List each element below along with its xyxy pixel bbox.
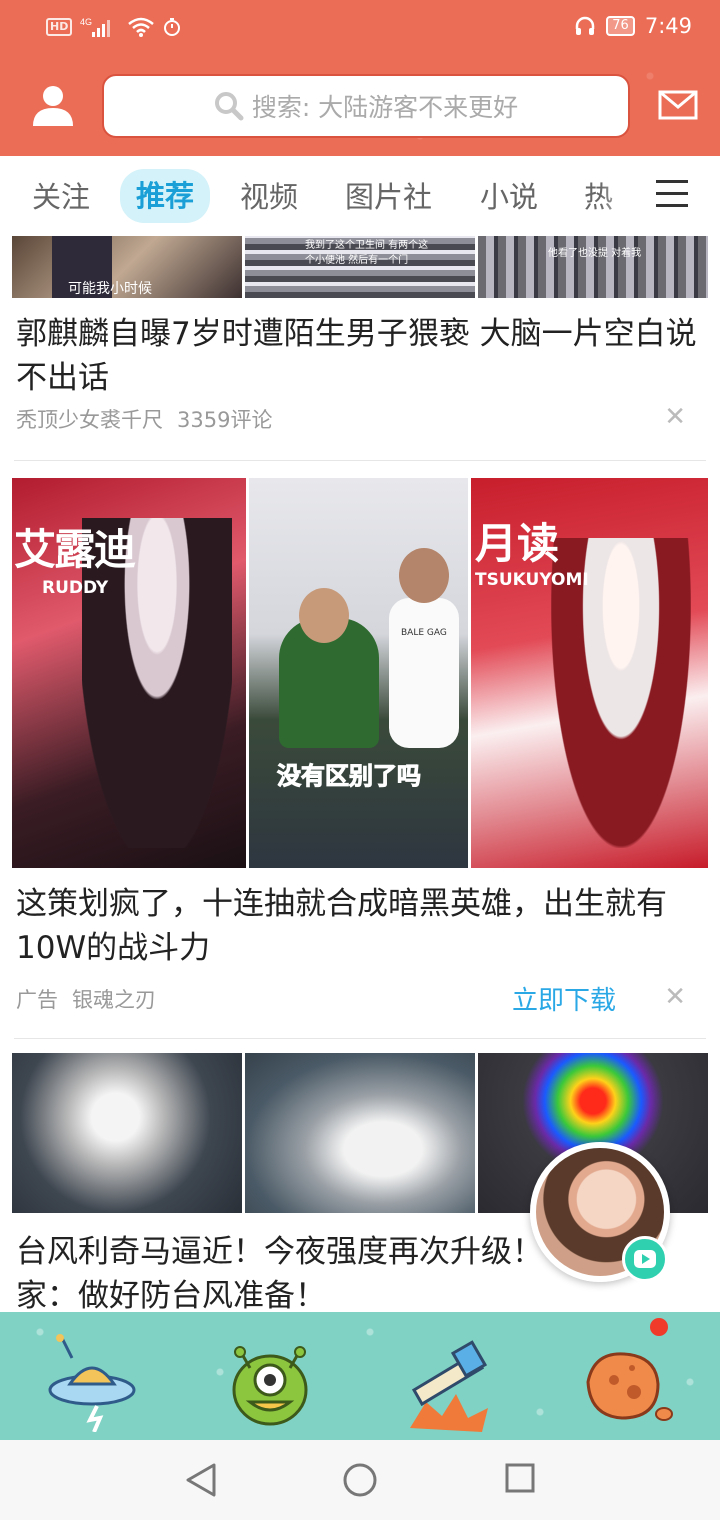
- video-caption: 没有区别了吗: [277, 762, 422, 791]
- divider: [14, 1038, 706, 1039]
- tab-fade: [600, 156, 660, 236]
- wifi-icon: [128, 17, 155, 37]
- user-avatar-icon[interactable]: [30, 82, 76, 128]
- article-meta: 秃顶少女裘千尺 3359评论: [16, 404, 272, 434]
- bottom-nav: [0, 1312, 720, 1440]
- article-title-text: 台风利奇马逼近！今夜强度再次升级！专家：做好防台风准备！: [16, 1234, 574, 1312]
- article-thumbnail-1[interactable]: 可能我小时候: [12, 236, 242, 298]
- planet-icon[interactable]: [574, 1332, 674, 1432]
- tab-video[interactable]: 视频: [240, 176, 298, 218]
- dismiss-icon[interactable]: ✕: [664, 982, 686, 1012]
- back-icon[interactable]: [184, 1462, 218, 1498]
- ufo-icon[interactable]: [42, 1332, 142, 1432]
- headphones-icon: [576, 16, 595, 35]
- article-title[interactable]: 台风利奇马逼近！今夜强度再次升级！专家：做好防台风准备！: [16, 1230, 576, 1312]
- ad-label: 广告: [16, 988, 58, 1012]
- search-icon: [214, 92, 244, 121]
- battery-indicator: 76: [606, 16, 635, 36]
- tab-novel[interactable]: 小说: [480, 176, 538, 218]
- clock: 7:49: [644, 14, 692, 38]
- article-title[interactable]: 郭麒麟自曝7岁时遭陌生男子猥亵 大脑一片空白说不出话: [16, 312, 706, 400]
- green-monster-icon[interactable]: [220, 1332, 320, 1432]
- timer-icon: [164, 18, 181, 36]
- status-bar: HD 4G 76 7:49: [0, 0, 720, 56]
- ad-title[interactable]: 这策划疯了，十连抽就合成暗黑英雄，出生就有10W的战斗力: [16, 882, 706, 970]
- app-header: 搜索: 大陆游客不来更好: [0, 56, 720, 156]
- ad-source: 银魂之刃: [72, 988, 156, 1012]
- article-thumbnail-2[interactable]: 我到了这个卫生间 有两个这个小便池 然后有一个门: [245, 236, 475, 298]
- article-thumbnail-1[interactable]: [12, 1053, 242, 1213]
- shirt-text: BALE GAG: [401, 628, 447, 638]
- mail-icon[interactable]: [658, 90, 698, 120]
- search-bar[interactable]: 搜索: 大陆游客不来更好: [102, 74, 630, 138]
- channel-tabs: 关注 推荐 视频 图片社 小说 热: [0, 156, 720, 236]
- recents-icon[interactable]: [504, 1462, 536, 1494]
- hero-name-en: TSUKUYOMI: [475, 570, 589, 590]
- article-source: 秃顶少女裘千尺: [16, 408, 163, 432]
- notification-dot: [650, 1318, 668, 1336]
- divider: [14, 460, 706, 461]
- hero-name: 艾露迪: [14, 525, 136, 574]
- ad-image-3[interactable]: 月读 TSUKUYOMI: [471, 478, 708, 868]
- ad-image-1[interactable]: 艾露迪 RUDDY: [12, 478, 246, 868]
- download-button[interactable]: 立即下载: [512, 980, 616, 1017]
- menu-icon[interactable]: [656, 180, 688, 208]
- thumb-caption: 可能我小时候: [68, 281, 152, 297]
- play-icon[interactable]: [622, 1236, 668, 1282]
- search-placeholder: 搜索: 大陆游客不来更好: [251, 93, 519, 122]
- article-thumbnail-3[interactable]: 他看了也没提 对着我: [478, 236, 708, 298]
- comment-count: 3359评论: [177, 408, 273, 432]
- thumb-caption: 我到了这个卫生间 有两个这个小便池 然后有一个门: [305, 240, 429, 266]
- telescope-icon[interactable]: [396, 1332, 496, 1432]
- status-right: 76 7:49: [574, 14, 692, 38]
- tab-picture-club[interactable]: 图片社: [345, 176, 432, 218]
- home-icon[interactable]: [342, 1462, 378, 1498]
- article-thumbnail-2[interactable]: [245, 1053, 475, 1213]
- thumb-caption: 他看了也没提 对着我: [548, 248, 642, 259]
- svg-text:4G: 4G: [80, 17, 92, 27]
- hero-name: 月读: [475, 519, 560, 568]
- status-left: HD 4G: [46, 16, 182, 38]
- signal-icon: 4G: [80, 17, 111, 37]
- ad-image-2[interactable]: BALE GAG 没有区别了吗: [249, 478, 468, 868]
- tab-follow[interactable]: 关注: [32, 176, 90, 218]
- hd-icon: HD: [46, 18, 73, 36]
- ad-meta: 广告 银魂之刃: [16, 984, 156, 1014]
- hero-name-en: RUDDY: [42, 578, 109, 598]
- dismiss-icon[interactable]: ✕: [664, 402, 686, 432]
- tab-recommend[interactable]: 推荐: [120, 169, 211, 223]
- system-nav-bar: [0, 1440, 720, 1520]
